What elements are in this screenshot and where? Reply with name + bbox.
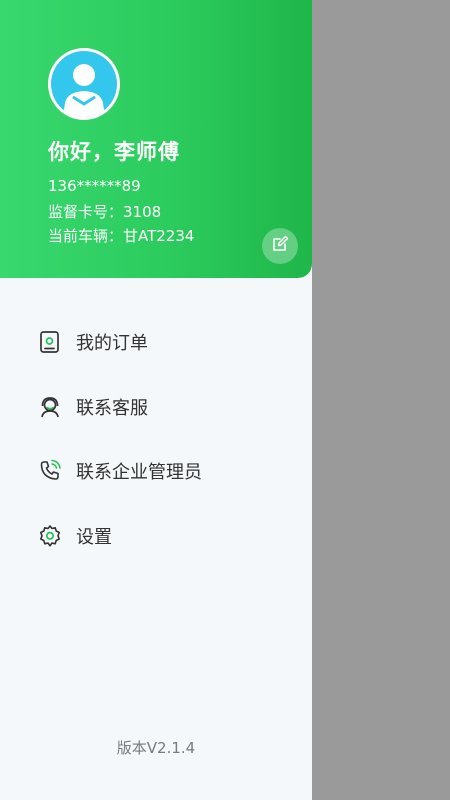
app-screen: 你好，李师傅 136******89 监督卡号：3108 当前车辆：甘AT223… xyxy=(0,0,450,800)
menu-item-my-orders[interactable]: 我的订单 xyxy=(38,324,288,360)
menu-item-label: 联系企业管理员 xyxy=(76,462,202,483)
profile-header: 你好，李师傅 136******89 监督卡号：3108 当前车辆：甘AT223… xyxy=(0,0,312,278)
side-drawer: 你好，李师傅 136******89 监督卡号：3108 当前车辆：甘AT223… xyxy=(0,0,312,800)
current-vehicle: 当前车辆：甘AT2234 xyxy=(48,227,195,245)
app-version: 版本V2.1.4 xyxy=(116,739,196,757)
edit-icon xyxy=(271,235,289,257)
customer-service-icon xyxy=(38,395,62,419)
edit-profile-button[interactable] xyxy=(262,228,298,264)
menu-item-contact-admin[interactable]: 联系企业管理员 xyxy=(38,453,288,489)
drawer-overlay[interactable] xyxy=(312,0,450,800)
order-list-icon xyxy=(38,330,62,354)
avatar[interactable] xyxy=(48,48,120,120)
phone-number: 136******89 xyxy=(48,177,141,195)
menu-item-settings[interactable]: 设置 xyxy=(38,518,288,554)
menu-item-customer-service[interactable]: 联系客服 xyxy=(38,389,288,425)
greeting-text: 你好，李师傅 xyxy=(48,140,180,164)
menu-item-label: 联系客服 xyxy=(76,398,148,419)
menu-item-label: 我的订单 xyxy=(76,333,148,354)
gear-icon xyxy=(38,524,62,548)
phone-call-icon xyxy=(38,459,62,483)
supervision-card-number: 监督卡号：3108 xyxy=(48,203,162,221)
user-avatar-icon xyxy=(51,51,117,117)
menu-item-label: 设置 xyxy=(76,527,112,548)
